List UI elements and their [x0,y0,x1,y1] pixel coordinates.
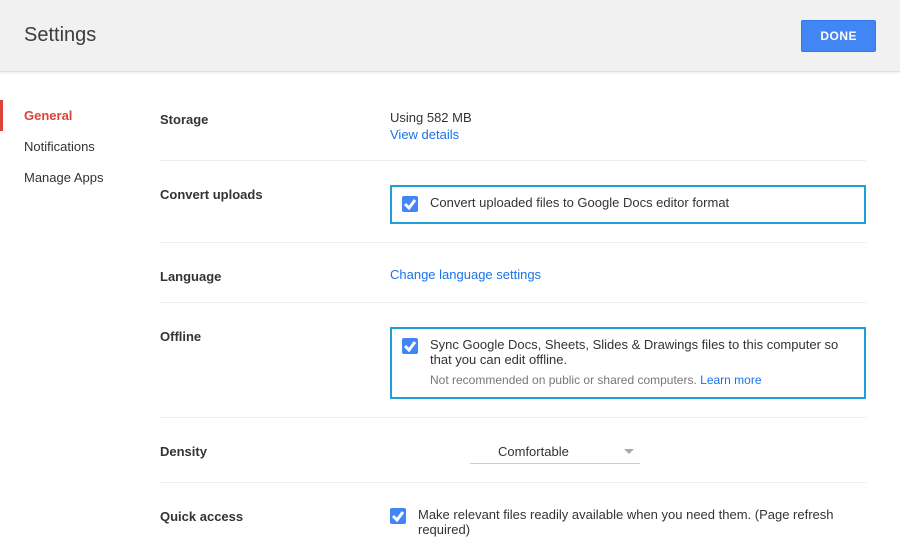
language-label: Language [160,267,390,284]
density-selected-value: Comfortable [498,444,569,459]
change-language-link[interactable]: Change language settings [390,267,541,282]
content-area: General Notifications Manage Apps Storag… [0,72,900,514]
settings-panel: Storage Using 582 MB View details Conver… [140,72,900,514]
language-row: Language Change language settings [160,257,866,303]
offline-text: Sync Google Docs, Sheets, Slides & Drawi… [430,337,854,367]
storage-label: Storage [160,110,390,127]
offline-label: Offline [160,327,390,344]
sidebar-item-notifications[interactable]: Notifications [0,131,140,162]
convert-uploads-highlight-box: Convert uploaded files to Google Docs ed… [390,185,866,224]
quick-access-row: Quick access Make relevant files readily… [160,497,866,555]
quick-access-text: Make relevant files readily available wh… [418,507,866,537]
convert-uploads-text: Convert uploaded files to Google Docs ed… [430,195,854,210]
done-button[interactable]: DONE [801,20,876,52]
page-title: Settings [24,24,96,47]
storage-body: Using 582 MB View details [390,110,866,142]
convert-uploads-row: Convert uploads Convert uploaded files t… [160,175,866,243]
density-label: Density [160,442,390,459]
density-select[interactable]: Comfortable [470,442,640,464]
offline-row: Offline Sync Google Docs, Sheets, Slides… [160,317,866,418]
sidebar: General Notifications Manage Apps [0,72,140,514]
storage-row: Storage Using 582 MB View details [160,100,866,161]
density-row: Density Comfortable [160,432,866,483]
convert-uploads-checkbox[interactable] [402,196,418,212]
header-bar: Settings DONE [0,0,900,72]
quick-access-checkbox[interactable] [390,508,406,524]
chevron-down-icon [624,449,634,454]
convert-uploads-label: Convert uploads [160,185,390,202]
check-icon [403,339,417,353]
check-icon [403,197,417,211]
sidebar-item-manage-apps[interactable]: Manage Apps [0,162,140,193]
offline-note: Not recommended on public or shared comp… [430,373,854,387]
storage-usage-text: Using 582 MB [390,110,866,125]
sidebar-item-general[interactable]: General [0,100,140,131]
offline-highlight-box: Sync Google Docs, Sheets, Slides & Drawi… [390,327,866,399]
offline-note-prefix: Not recommended on public or shared comp… [430,373,700,387]
check-icon [391,509,405,523]
storage-view-details-link[interactable]: View details [390,127,866,142]
offline-checkbox[interactable] [402,338,418,354]
quick-access-label: Quick access [160,507,390,524]
offline-learn-more-link[interactable]: Learn more [700,373,761,387]
